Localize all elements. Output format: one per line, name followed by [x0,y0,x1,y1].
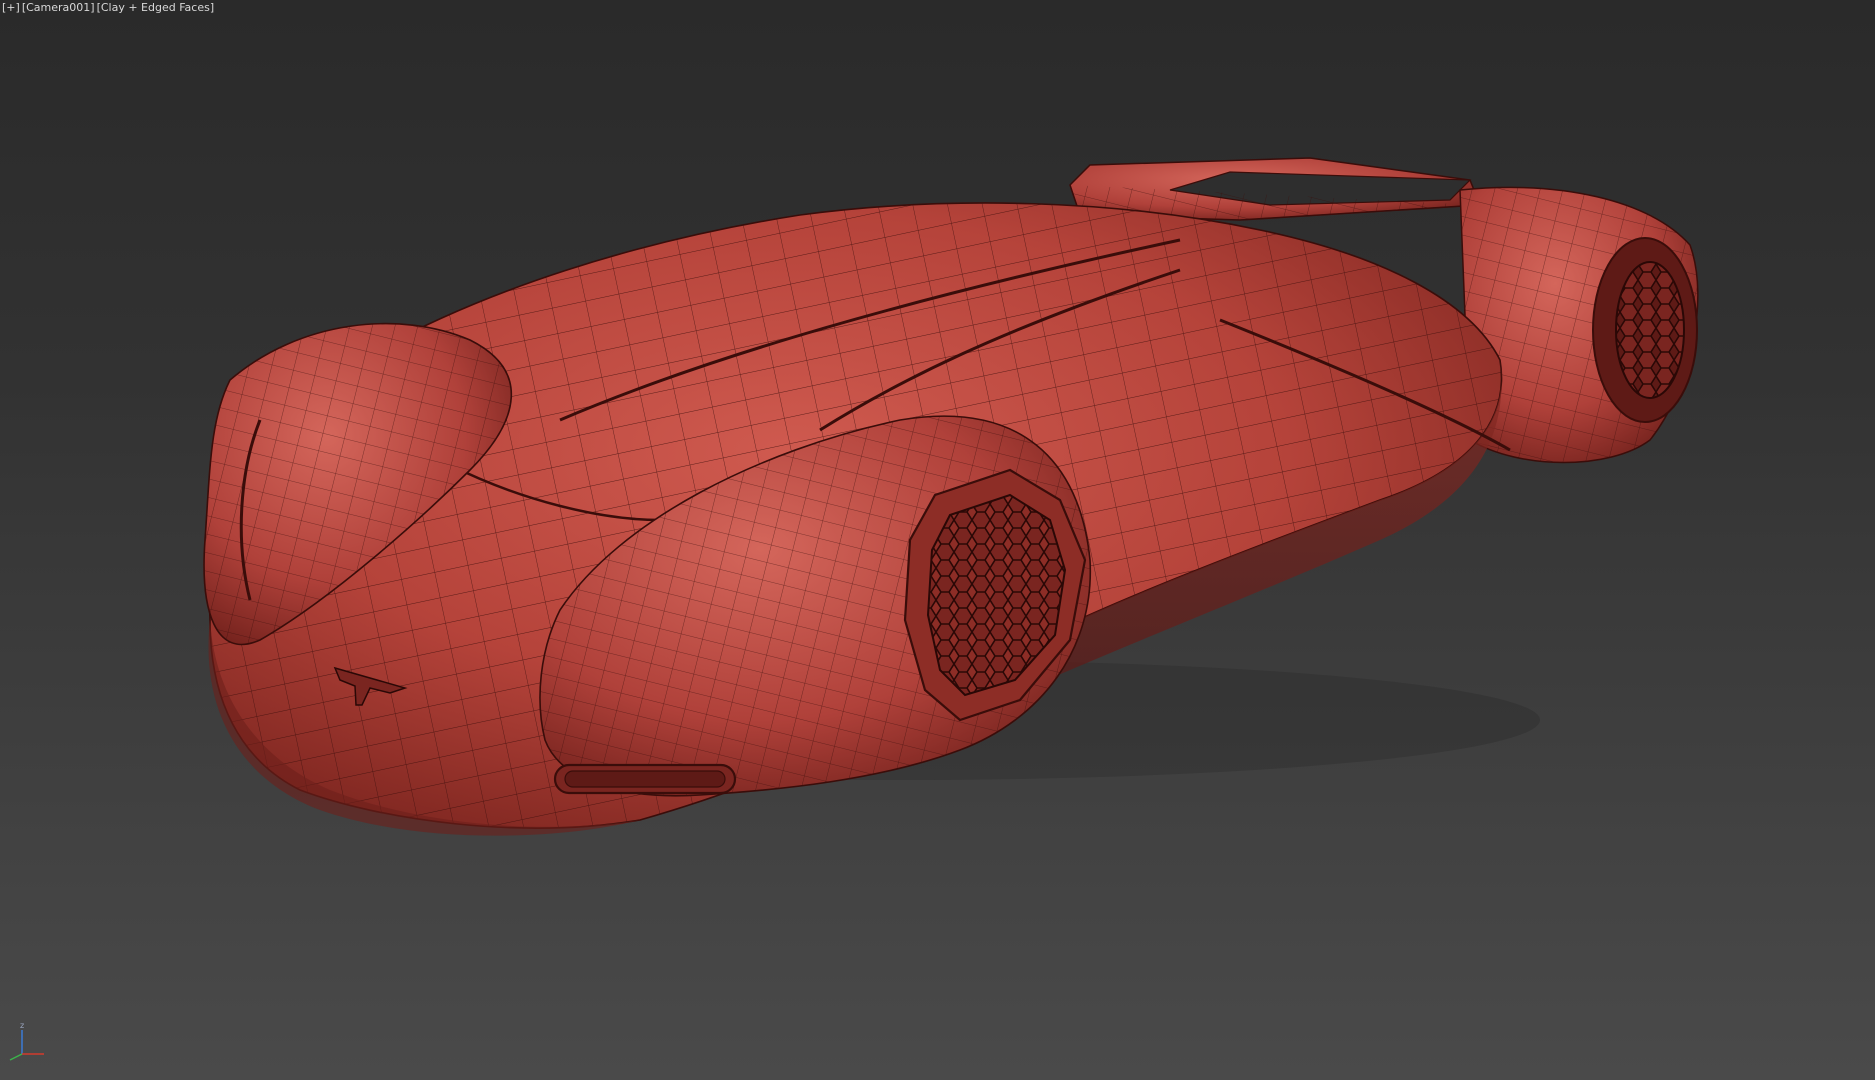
camera-viewport[interactable]: [+] [Camera001] [Clay + Edged Faces] z [0,0,1875,1080]
axis-tripod-icon: z [9,1021,44,1061]
gizmo-z-label: z [20,1021,24,1030]
clay-model-render [203,157,1699,836]
